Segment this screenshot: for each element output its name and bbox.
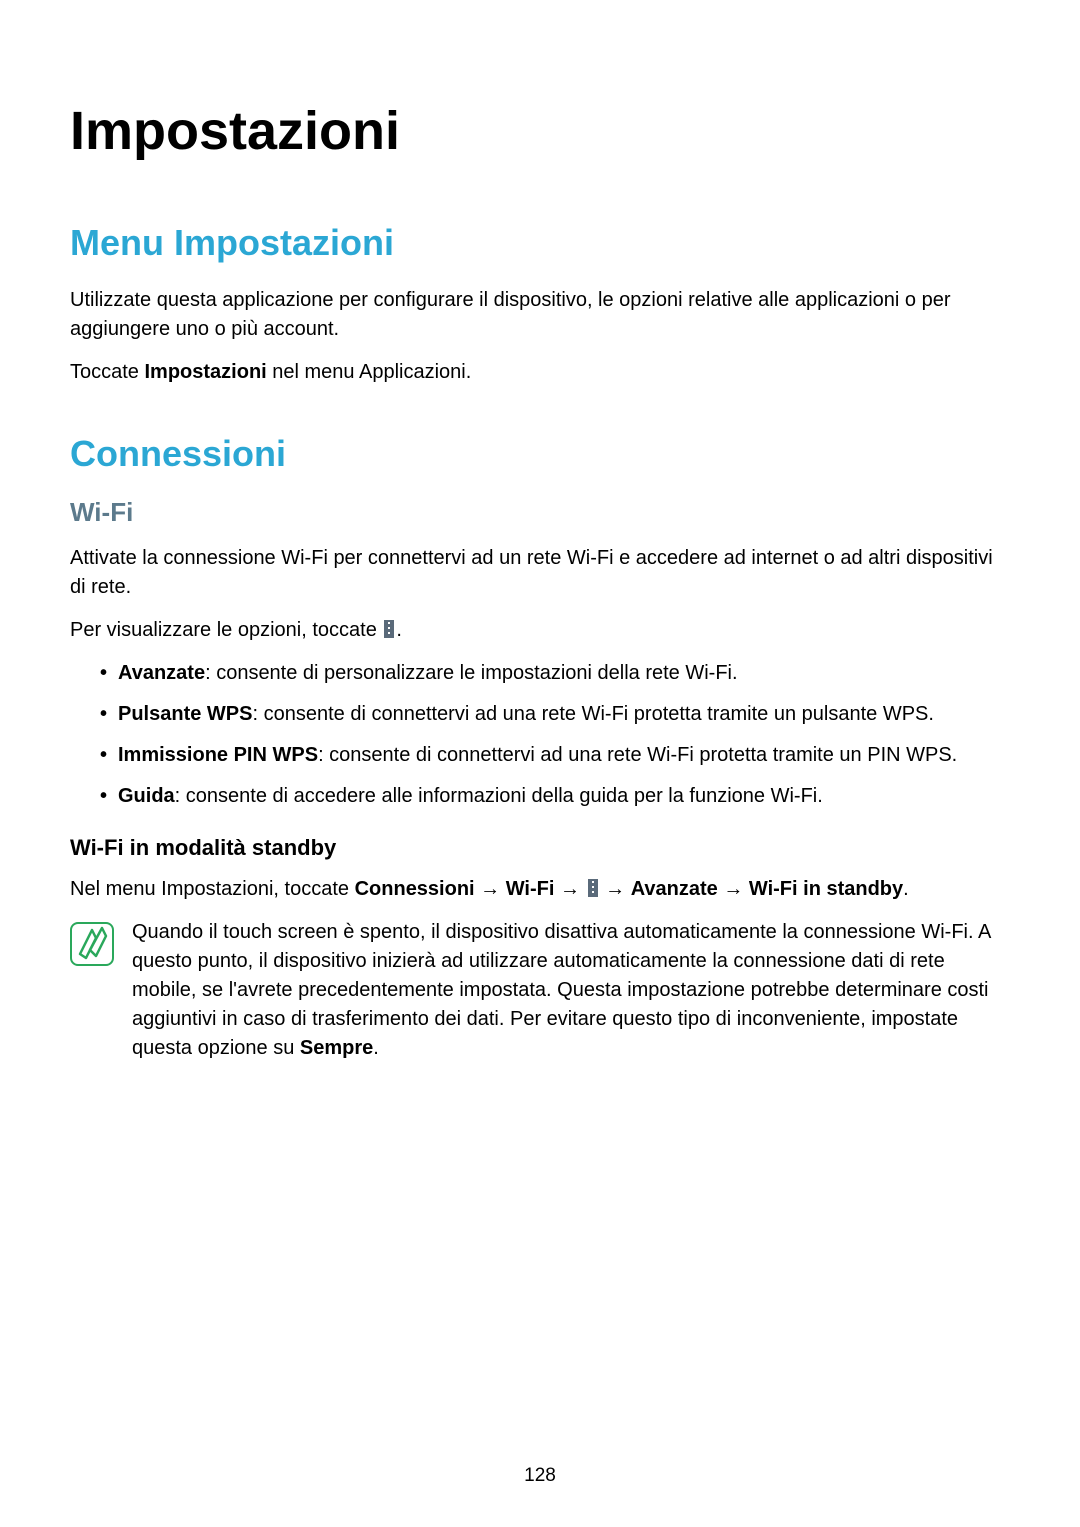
arrow: → [718, 878, 749, 900]
heading-wifi: Wi-Fi [70, 497, 1010, 528]
list-item: Guida: consente di accedere alle informa… [100, 782, 1010, 811]
menu-paragraph-2: Toccate Impostazioni nel menu Applicazio… [70, 358, 1010, 387]
text: nel menu Applicazioni. [267, 361, 472, 383]
page-number: 128 [0, 1465, 1080, 1487]
text-bold: Wi-Fi in standby [749, 878, 903, 900]
note-text: Quando il touch screen è spento, il disp… [132, 918, 1010, 1063]
text: Quando il touch screen è spento, il disp… [132, 921, 990, 1059]
note-icon [70, 922, 114, 966]
term: Pulsante WPS [118, 703, 252, 725]
desc: : consente di connettervi ad una rete Wi… [318, 744, 957, 766]
note-block: Quando il touch screen è spento, il disp… [70, 918, 1010, 1063]
more-options-icon [384, 620, 394, 638]
heading-connessioni: Connessioni [70, 433, 1010, 475]
heading-wifi-standby: Wi-Fi in modalità standby [70, 835, 1010, 861]
arrow: → [475, 878, 506, 900]
text: Nel menu Impostazioni, toccate [70, 878, 355, 900]
text: . [396, 619, 402, 641]
text: Toccate [70, 361, 144, 383]
list-item: Immissione PIN WPS: consente di connette… [100, 741, 1010, 770]
text-bold: Connessioni [355, 878, 475, 900]
list-item: Pulsante WPS: consente di connettervi ad… [100, 700, 1010, 729]
list-item: Avanzate: consente di personalizzare le … [100, 659, 1010, 688]
section-menu-impostazioni: Menu Impostazioni Utilizzate questa appl… [70, 222, 1010, 387]
term: Immissione PIN WPS [118, 744, 318, 766]
desc: : consente di personalizzare le impostaz… [205, 662, 737, 684]
arrow: → [554, 878, 585, 900]
desc: : consente di connettervi ad una rete Wi… [252, 703, 933, 725]
section-connessioni: Connessioni Wi-Fi Attivate la connession… [70, 433, 1010, 1063]
text: . [373, 1037, 379, 1059]
wifi-paragraph-2: Per visualizzare le opzioni, toccate . [70, 616, 1010, 645]
page-title: Impostazioni [70, 100, 1010, 162]
more-options-icon [588, 879, 598, 897]
desc: : consente di accedere alle informazioni… [175, 785, 823, 807]
term: Guida [118, 785, 175, 807]
text-bold: Wi-Fi [506, 878, 555, 900]
arrow: → [600, 878, 631, 900]
term: Avanzate [118, 662, 205, 684]
wifi-paragraph-1: Attivate la connessione Wi-Fi per connet… [70, 544, 1010, 602]
wifi-standby-path: Nel menu Impostazioni, toccate Connessio… [70, 875, 1010, 904]
text-bold: Impostazioni [144, 361, 266, 383]
text-bold: Avanzate [631, 878, 718, 900]
wifi-options-list: Avanzate: consente di personalizzare le … [70, 659, 1010, 811]
menu-paragraph-1: Utilizzate questa applicazione per confi… [70, 286, 1010, 344]
text-bold: Sempre [300, 1037, 373, 1059]
text: Per visualizzare le opzioni, toccate [70, 619, 382, 641]
heading-menu-impostazioni: Menu Impostazioni [70, 222, 1010, 264]
text: . [903, 878, 909, 900]
